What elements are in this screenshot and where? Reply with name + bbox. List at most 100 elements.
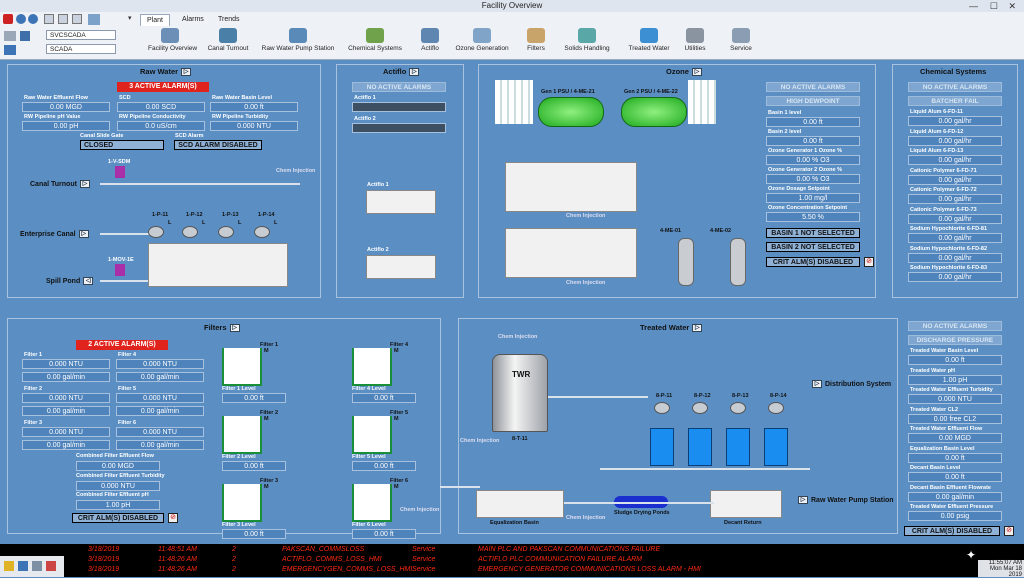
tank-me01[interactable] bbox=[678, 238, 694, 286]
ozone-contactor-1[interactable] bbox=[505, 162, 637, 212]
prev-icon[interactable] bbox=[58, 14, 68, 24]
ozone-alarm-disabled-icon[interactable]: ⊘ bbox=[864, 257, 874, 267]
ozone-dewpoint-status[interactable]: HIGH DEWPOINT bbox=[766, 96, 860, 106]
spill-pond-link[interactable]: Spill Pond ◁ bbox=[46, 277, 94, 285]
filter-turbidity-value: 0.000 NTU bbox=[22, 359, 110, 369]
raw-pump-icon[interactable] bbox=[182, 226, 198, 238]
compass-icon: ✦ bbox=[965, 548, 977, 562]
maximize-button[interactable]: ☐ bbox=[990, 0, 998, 12]
treated-alarm-disabled-icon[interactable]: ⊘ bbox=[1004, 526, 1014, 536]
treated-crit-alarm-status: CRIT ALM(S) DISABLED bbox=[904, 526, 1000, 536]
home-nav-icon[interactable] bbox=[88, 14, 100, 25]
tab-trends[interactable]: Trends bbox=[212, 14, 246, 26]
distribution-system-link[interactable]: ▷ Distribution System bbox=[812, 380, 891, 388]
ozone-generator-1[interactable] bbox=[538, 97, 604, 127]
nav-chemical-button[interactable]: Chemical Systems bbox=[346, 28, 404, 52]
filter-unit-icon[interactable] bbox=[222, 416, 262, 454]
actiflo-alarm-status[interactable]: NO ACTIVE ALARMS bbox=[352, 82, 446, 92]
server-field-primary[interactable]: SVCSCADA bbox=[46, 30, 116, 40]
close-button[interactable]: ✕ bbox=[1008, 0, 1016, 12]
chemical-field-value: 0.00 gal/hr bbox=[908, 213, 1002, 224]
filter-unit-icon[interactable] bbox=[352, 416, 392, 454]
ozone-field-value: 0.00 % O3 bbox=[766, 174, 860, 184]
nav-canal-button[interactable]: Canal Turnout bbox=[206, 28, 250, 52]
tab-alarms[interactable]: Alarms bbox=[176, 14, 210, 26]
discharge-pressure-status[interactable]: DISCHARGE PRESSURE bbox=[908, 335, 1002, 345]
treated-pump-icon[interactable] bbox=[730, 402, 746, 414]
valve-sdm-icon[interactable] bbox=[115, 166, 125, 178]
raw-pump-icon[interactable] bbox=[148, 226, 164, 238]
treated-pump-icon[interactable] bbox=[654, 402, 670, 414]
treated-alarm-status[interactable]: NO ACTIVE ALARMS bbox=[908, 321, 1002, 331]
filter-unit-icon[interactable] bbox=[222, 348, 262, 386]
ozone-field-label: Basin 2 level bbox=[768, 129, 802, 135]
alarm-filter-icon[interactable] bbox=[18, 561, 28, 571]
ozone-contactor-2[interactable] bbox=[505, 228, 637, 278]
actiflo-unit-2[interactable] bbox=[366, 255, 436, 279]
tabs-dropdown-icon[interactable]: ▾ bbox=[128, 14, 132, 22]
back-icon[interactable] bbox=[16, 14, 26, 24]
network-icon[interactable] bbox=[4, 45, 16, 55]
forward-icon[interactable] bbox=[28, 14, 38, 24]
alarm-row[interactable]: 3/18/2019 11:48:26 AM 2 EMERGENCYGEN_COMMS_… bbox=[0, 566, 1024, 576]
valve-mov-icon[interactable] bbox=[115, 264, 125, 276]
filter-unit-icon[interactable] bbox=[352, 484, 392, 522]
printer-icon[interactable] bbox=[4, 31, 16, 41]
nav-filters-button[interactable]: Filters bbox=[526, 28, 546, 52]
twr-chem-injection-left: Chem Injection bbox=[460, 438, 500, 444]
raw-pump-icon[interactable] bbox=[254, 226, 270, 238]
treated-water-title[interactable]: Treated Water ▷ bbox=[640, 323, 703, 333]
chemical-alarm-status[interactable]: NO ACTIVE ALARMS bbox=[908, 82, 1002, 92]
alarm-row[interactable]: 3/18/2019 11:48:26 AM 2 ACTIFLO_COMMS_LOSS_… bbox=[0, 556, 1024, 566]
tab-plant[interactable]: Plant bbox=[140, 14, 170, 26]
server-field-secondary[interactable]: SCADA bbox=[46, 44, 116, 54]
filter-unit-icon[interactable] bbox=[222, 484, 262, 522]
filter-flow-value: 0.00 gal/min bbox=[22, 372, 110, 382]
ozone-alarm-status[interactable]: NO ACTIVE ALARMS bbox=[766, 82, 860, 92]
batcher-fail-status[interactable]: BATCHER FAIL bbox=[908, 96, 1002, 106]
twr-chem-injection-top: Chem Injection bbox=[498, 334, 538, 340]
ozone-title[interactable]: Ozone ▷ bbox=[666, 67, 702, 77]
treated-pump-well bbox=[764, 428, 788, 466]
filter-level-label: Filter 6 Level bbox=[352, 522, 386, 528]
filter-unit-icon[interactable] bbox=[352, 348, 392, 386]
treated-pump-icon[interactable] bbox=[692, 402, 708, 414]
nav-water-drop-button[interactable]: Treated Water bbox=[626, 28, 672, 52]
treated-pump-icon[interactable] bbox=[768, 402, 784, 414]
treated-water-reservoir[interactable] bbox=[492, 354, 548, 432]
alarm-row[interactable]: 3/18/2019 11:48:51 AM 2 PAKSCAN_COMMSLOSS Se… bbox=[0, 546, 1024, 556]
user-icon[interactable] bbox=[20, 31, 30, 41]
silence-horn-icon[interactable] bbox=[46, 561, 56, 571]
treated-field-value: 0.00 free CL2 bbox=[908, 413, 1002, 424]
alarm-history-icon[interactable] bbox=[32, 561, 42, 571]
filters-title[interactable]: Filters ▷ bbox=[204, 323, 240, 333]
nav-pump-station-button[interactable]: Raw Water Pump Station bbox=[258, 28, 338, 52]
nav-wrench-button[interactable]: Utilities bbox=[684, 28, 706, 52]
combined-turbidity-label: Combined Filter Effluent Turbidity bbox=[76, 473, 165, 479]
minimize-button[interactable]: — bbox=[969, 0, 978, 12]
ozone-generator-2[interactable] bbox=[621, 97, 687, 127]
nav-service-button[interactable]: Service bbox=[728, 28, 754, 52]
grid-icon[interactable] bbox=[44, 14, 54, 24]
next-icon[interactable] bbox=[72, 14, 82, 24]
nav-solids-button[interactable]: Solids Handling bbox=[562, 28, 612, 52]
ack-alarm-icon[interactable] bbox=[4, 561, 14, 571]
enterprise-canal-link[interactable]: Enterprise Canal ▷ bbox=[20, 230, 89, 238]
tank-me02[interactable] bbox=[730, 238, 746, 286]
raw-pump-l-label: L bbox=[168, 220, 172, 226]
filters-alarm-badge[interactable]: 2 ACTIVE ALARM(S) bbox=[76, 340, 168, 350]
nav-ozone-button[interactable]: Ozone Generation bbox=[454, 28, 510, 52]
raw-water-pump-station-link[interactable]: ▷ Raw Water Pump Station bbox=[798, 496, 894, 504]
raw-water-nav-icon[interactable]: ▷ bbox=[181, 68, 192, 77]
nav-home-button[interactable]: Facility Overview bbox=[148, 28, 197, 52]
canal-turnout-link[interactable]: Canal Turnout ▷ bbox=[30, 180, 90, 188]
decant-basin[interactable] bbox=[710, 490, 782, 518]
equalization-basin[interactable] bbox=[476, 490, 564, 518]
nav-actiflo-button[interactable]: Actiflo bbox=[420, 28, 440, 52]
raw-water-alarm-badge[interactable]: 3 ACTIVE ALARM(S) bbox=[117, 82, 209, 92]
actiflo-unit-1[interactable] bbox=[366, 190, 436, 214]
filters-alarm-disabled-icon[interactable]: ⊘ bbox=[168, 513, 178, 523]
raw-water-title[interactable]: Raw Water ▷ bbox=[140, 67, 192, 77]
actiflo-title[interactable]: Actiflo ▷ bbox=[383, 67, 420, 77]
raw-pump-icon[interactable] bbox=[218, 226, 234, 238]
